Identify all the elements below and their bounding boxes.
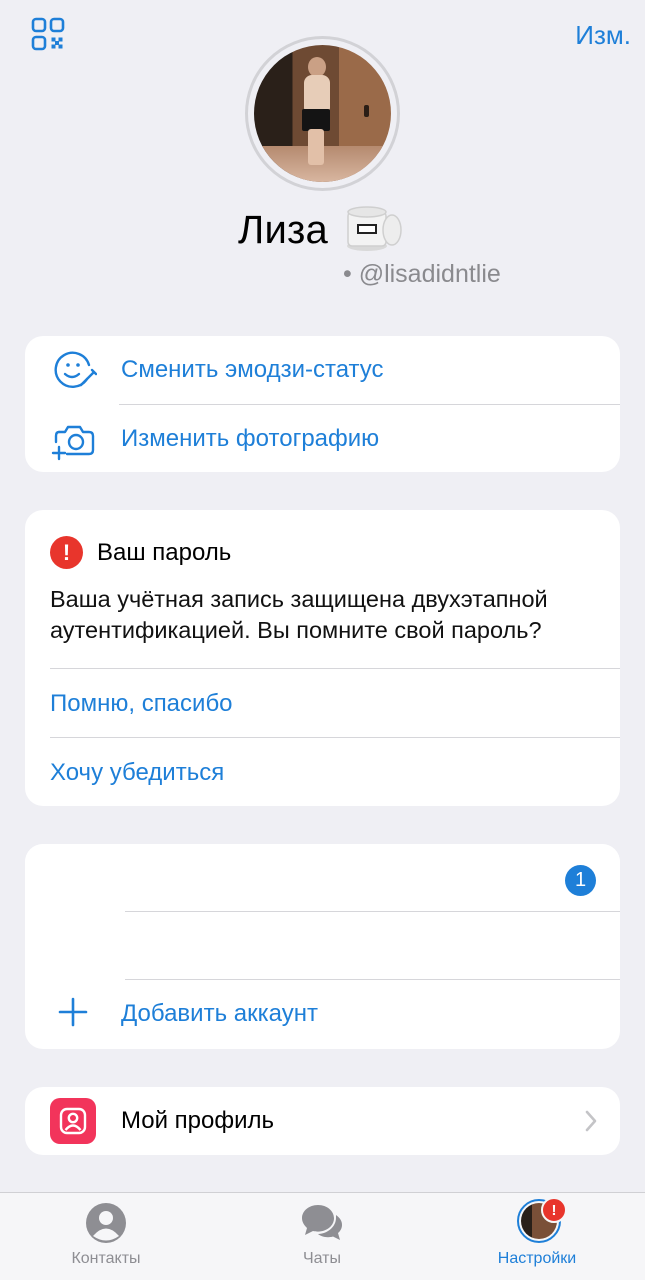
profile-photo	[254, 45, 391, 182]
tab-chats-label: Чаты	[302, 1250, 342, 1267]
tab-contacts-label: Контакты	[71, 1250, 141, 1267]
edit-button[interactable]: Изм.	[575, 20, 631, 51]
person-circle-icon	[84, 1201, 128, 1245]
tab-settings[interactable]: ! Настройки	[467, 1193, 607, 1280]
my-profile-row[interactable]: Мой профиль	[25, 1087, 620, 1155]
password-description: Ваша учётная запись защищена двухэтапной…	[50, 586, 548, 643]
camera-add-icon	[51, 416, 97, 462]
smiley-edit-icon	[51, 347, 97, 393]
add-account-row[interactable]: Добавить аккаунт	[25, 980, 620, 1049]
add-account-label: Добавить аккаунт	[121, 1000, 318, 1027]
password-reminder-card: ! Ваш пароль Ваша учётная запись защищен…	[25, 510, 620, 806]
remember-password-button[interactable]: Помню, спасибо	[50, 690, 233, 718]
tab-contacts[interactable]: Контакты	[36, 1193, 176, 1280]
account-row-hidden[interactable]	[25, 912, 620, 980]
profile-avatar[interactable]	[245, 36, 400, 191]
tab-bar: Контакты Чаты ! Настройки	[0, 1192, 645, 1280]
my-profile-icon	[50, 1098, 96, 1144]
verify-password-button[interactable]: Хочу убедиться	[50, 759, 224, 787]
accounts-card: 1 Добавить аккаунт	[25, 844, 620, 1049]
plus-icon	[58, 997, 88, 1027]
tab-settings-label: Настройки	[497, 1250, 577, 1267]
change-photo-label: Изменить фотографию	[121, 425, 380, 452]
profile-name: Лиза	[238, 208, 328, 252]
change-emoji-status-row[interactable]: Сменить эмодзи-статус	[25, 336, 620, 404]
alert-icon: !	[50, 536, 83, 569]
chevron-right-icon	[584, 1109, 598, 1133]
candle-emoji-icon[interactable]	[345, 200, 403, 256]
settings-screen: Изм. Лиза • @lisadidntlie Сменить эмодзи…	[0, 0, 645, 1280]
change-photo-row[interactable]: Изменить фотографию	[25, 405, 620, 472]
change-emoji-status-label: Сменить эмодзи-статус	[121, 356, 384, 383]
username[interactable]: • @lisadidntlie	[343, 260, 501, 289]
account-row-hidden[interactable]	[25, 844, 620, 912]
profile-actions-card: Сменить эмодзи-статус Изменить фотографи…	[25, 336, 620, 472]
password-title: Ваш пароль	[97, 538, 232, 566]
my-profile-label: Мой профиль	[121, 1107, 275, 1134]
tab-chats[interactable]: Чаты	[252, 1193, 392, 1280]
unread-badge: 1	[565, 865, 596, 896]
settings-alert-badge: !	[541, 1197, 567, 1223]
chat-bubbles-icon	[300, 1201, 344, 1245]
qr-code-icon[interactable]	[30, 16, 66, 52]
